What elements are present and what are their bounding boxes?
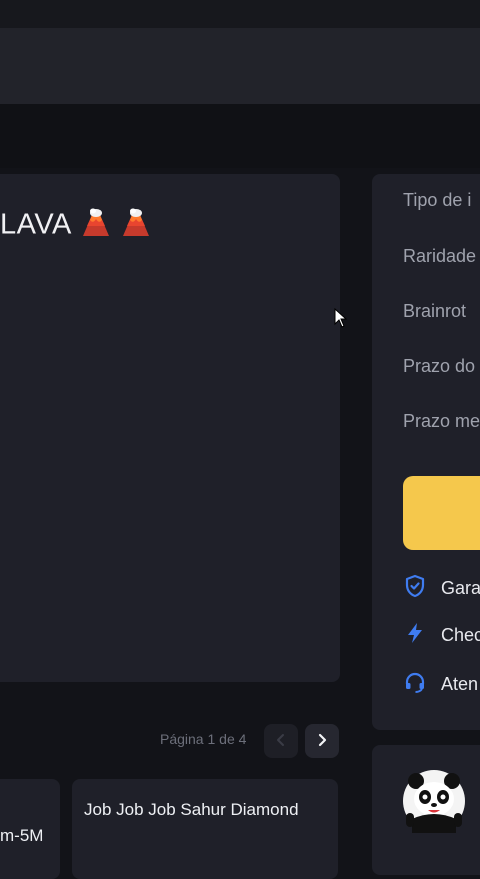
avatar[interactable]: [402, 769, 466, 838]
feature-support: Aten: [403, 671, 478, 697]
feature-support-label: Aten: [441, 673, 479, 694]
mouse-cursor-icon: [334, 307, 348, 333]
feature-checkout: Chec: [403, 622, 480, 648]
field-label-type: Tipo de i: [403, 190, 472, 210]
headset-icon: [403, 670, 427, 699]
field-label-rarity: Raridade: [403, 246, 477, 266]
item-title: Job Job Job Sahur Diamond: [84, 800, 299, 819]
header-bar: [0, 28, 480, 104]
listing-card: [0, 174, 340, 682]
buy-button[interactable]: [403, 476, 480, 550]
listing-title-text: LAVA: [0, 208, 72, 241]
item-title: m-5M: [0, 826, 44, 845]
chevron-right-icon: [315, 733, 329, 750]
pagination-status: Página 1 de 4: [160, 731, 247, 747]
feature-guarantee-label: Gara: [441, 577, 480, 598]
seller-card: [372, 745, 480, 875]
volcano-icon: [80, 206, 112, 246]
purchase-panel: Tipo de i Raridade Brainrot Prazo do Pra…: [372, 174, 480, 730]
header-spacer: [0, 104, 480, 168]
volcano-icon: [120, 206, 152, 246]
field-label-deadline: Prazo do: [403, 356, 476, 376]
pagination-next-button[interactable]: [305, 724, 339, 758]
shield-check-icon: [403, 574, 427, 603]
field-label-average-deadline: Prazo me: [403, 411, 480, 431]
chevron-left-icon: [274, 733, 288, 750]
top-strip: [0, 0, 480, 28]
item-card[interactable]: m-5M: [0, 779, 60, 879]
lightning-icon: [403, 621, 427, 650]
item-card[interactable]: Job Job Job Sahur Diamond: [72, 779, 338, 879]
feature-checkout-label: Chec: [441, 624, 480, 645]
field-label-brainrot: Brainrot: [403, 301, 467, 321]
pagination-prev-button[interactable]: [264, 724, 298, 758]
listing-title: LAVA: [0, 206, 152, 246]
feature-guarantee: Gara: [403, 574, 480, 603]
